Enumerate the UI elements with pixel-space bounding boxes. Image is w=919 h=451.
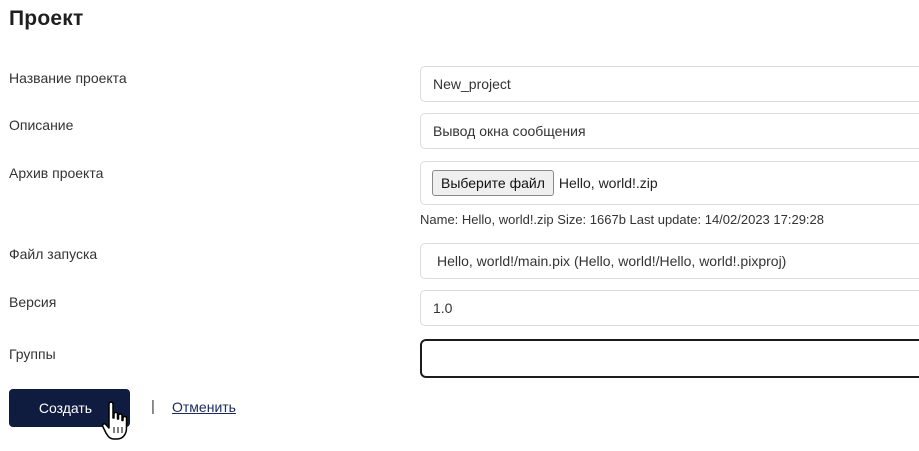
description-input[interactable]: Вывод окна сообщения [420, 113, 919, 149]
groups-input[interactable] [420, 339, 919, 378]
description-label: Описание [9, 117, 74, 133]
description-value: Вывод окна сообщения [433, 123, 586, 139]
launch-file-select[interactable]: Hello, world!/main.pix (Hello, world!/He… [420, 243, 919, 279]
project-name-value: New_project [433, 76, 511, 92]
version-value: 1.0 [433, 300, 453, 316]
project-name-label: Название проекта [9, 70, 127, 86]
archive-file-info: Name: Hello, world!.zip Size: 1667b Last… [420, 212, 824, 227]
cancel-link[interactable]: Отменить [172, 399, 236, 415]
hand-pointer-cursor-icon [101, 401, 128, 440]
archive-file-input[interactable]: Выберите файл Hello, world!.zip [420, 161, 919, 205]
choose-file-button[interactable]: Выберите файл [432, 170, 554, 196]
page-title: Проект [9, 7, 84, 30]
version-input[interactable]: 1.0 [420, 290, 919, 326]
project-name-input[interactable]: New_project [420, 66, 919, 102]
project-form-page: Проект Название проекта New_project Опис… [0, 0, 919, 451]
groups-label: Группы [9, 346, 56, 362]
launch-file-value: Hello, world!/main.pix (Hello, world!/He… [437, 253, 787, 269]
selected-file-name: Hello, world!.zip [558, 175, 658, 191]
action-separator: | [151, 398, 155, 415]
launch-file-label: Файл запуска [9, 246, 98, 262]
archive-label: Архив проекта [9, 165, 104, 181]
version-label: Версия [9, 294, 57, 310]
